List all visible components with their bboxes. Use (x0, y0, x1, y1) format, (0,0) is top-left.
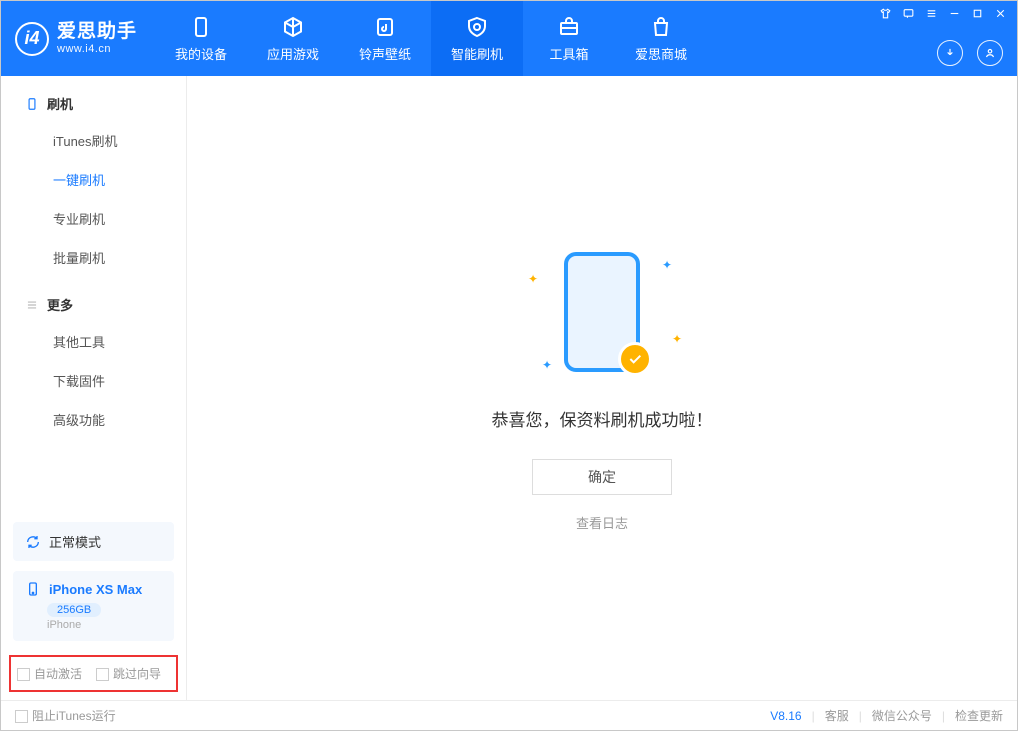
app-name: 爱思助手 (57, 22, 137, 43)
sidebar-section-more: 更多 (1, 277, 186, 322)
sidebar-item-download-firmware[interactable]: 下载固件 (1, 361, 186, 400)
toolbox-icon (556, 14, 582, 40)
support-link[interactable]: 客服 (825, 707, 849, 724)
sparkle-icon: ✦ (542, 358, 552, 372)
nav-label: 应用游戏 (267, 44, 319, 63)
success-illustration: ✦ ✦ ✦ ✦ (522, 244, 682, 384)
download-button[interactable] (937, 40, 963, 66)
list-icon (25, 298, 39, 312)
auto-activate-checkbox[interactable]: 自动激活 (17, 665, 82, 682)
ok-button[interactable]: 确定 (532, 459, 672, 495)
logo-text: 爱思助手 www.i4.cn (57, 22, 137, 55)
check-badge-icon (618, 342, 652, 376)
account-button[interactable] (977, 40, 1003, 66)
sidebar-item-pro-flash[interactable]: 专业刷机 (1, 199, 186, 238)
sparkle-icon: ✦ (672, 332, 682, 346)
skip-guide-checkbox[interactable]: 跳过向导 (96, 665, 161, 682)
phone-icon (188, 14, 214, 40)
music-icon (372, 14, 398, 40)
nav-label: 铃声壁纸 (359, 44, 411, 63)
nav-label: 我的设备 (175, 44, 227, 63)
sidebar-item-batch-flash[interactable]: 批量刷机 (1, 238, 186, 277)
sparkle-icon: ✦ (662, 258, 672, 272)
mode-label: 正常模式 (49, 532, 101, 551)
nav-my-device[interactable]: 我的设备 (155, 1, 247, 76)
app-header: i4 爱思助手 www.i4.cn 我的设备 应用游戏 铃声壁纸 智能刷机 工具… (1, 1, 1017, 76)
sidebar-item-oneclick-flash[interactable]: 一键刷机 (1, 160, 186, 199)
app-url: www.i4.cn (57, 43, 137, 55)
nav-label: 智能刷机 (451, 44, 503, 63)
view-log-link[interactable]: 查看日志 (576, 513, 628, 532)
nav-ringtones[interactable]: 铃声壁纸 (339, 1, 431, 76)
logo-icon: i4 (15, 22, 49, 56)
feedback-icon[interactable] (902, 7, 915, 20)
main-content: ✦ ✦ ✦ ✦ 恭喜您，保资料刷机成功啦！ 确定 查看日志 (187, 76, 1017, 700)
app-body: 刷机 iTunes刷机 一键刷机 专业刷机 批量刷机 更多 其他工具 下载固件 … (1, 76, 1017, 700)
device-box[interactable]: iPhone XS Max 256GB iPhone (13, 571, 174, 641)
device-brand: iPhone (47, 619, 162, 631)
status-bar: 阻止iTunes运行 V8.16 | 客服 | 微信公众号 | 检查更新 (1, 700, 1017, 730)
nav-label: 工具箱 (550, 44, 589, 63)
shopping-bag-icon (648, 14, 674, 40)
device-panel: 正常模式 iPhone XS Max 256GB iPhone (1, 522, 186, 651)
nav-store[interactable]: 爱思商城 (615, 1, 707, 76)
storage-badge: 256GB (47, 603, 101, 617)
window-controls (879, 7, 1007, 20)
sidebar: 刷机 iTunes刷机 一键刷机 专业刷机 批量刷机 更多 其他工具 下载固件 … (1, 76, 187, 700)
nav-toolbox[interactable]: 工具箱 (523, 1, 615, 76)
refresh-icon (25, 534, 41, 550)
sidebar-item-itunes-flash[interactable]: iTunes刷机 (1, 121, 186, 160)
menu-icon[interactable] (925, 7, 938, 20)
sparkle-icon: ✦ (528, 272, 538, 286)
device-name: iPhone XS Max (49, 582, 142, 597)
section-title: 刷机 (47, 94, 73, 113)
app-logo: i4 爱思助手 www.i4.cn (1, 1, 155, 76)
wechat-link[interactable]: 微信公众号 (872, 707, 932, 724)
top-nav: 我的设备 应用游戏 铃声壁纸 智能刷机 工具箱 爱思商城 (155, 1, 707, 76)
stop-itunes-checkbox[interactable]: 阻止iTunes运行 (15, 707, 116, 724)
sidebar-section-flash: 刷机 (1, 76, 186, 121)
check-update-link[interactable]: 检查更新 (955, 707, 1003, 724)
nav-smart-flash[interactable]: 智能刷机 (431, 1, 523, 76)
shirt-icon[interactable] (879, 7, 892, 20)
minimize-icon[interactable] (948, 7, 961, 20)
shield-refresh-icon (464, 14, 490, 40)
nav-apps-games[interactable]: 应用游戏 (247, 1, 339, 76)
close-icon[interactable] (994, 7, 1007, 20)
flash-options-highlight: 自动激活 跳过向导 (9, 655, 178, 692)
success-message: 恭喜您，保资料刷机成功啦！ (492, 406, 713, 431)
mode-box[interactable]: 正常模式 (13, 522, 174, 561)
maximize-icon[interactable] (971, 7, 984, 20)
phone-icon (25, 581, 41, 597)
sidebar-item-other-tools[interactable]: 其他工具 (1, 322, 186, 361)
device-icon (25, 97, 39, 111)
sidebar-item-advanced[interactable]: 高级功能 (1, 400, 186, 439)
nav-label: 爱思商城 (635, 44, 687, 63)
section-title: 更多 (47, 295, 73, 314)
cube-icon (280, 14, 306, 40)
header-actions (937, 40, 1003, 66)
version-label: V8.16 (770, 709, 801, 723)
